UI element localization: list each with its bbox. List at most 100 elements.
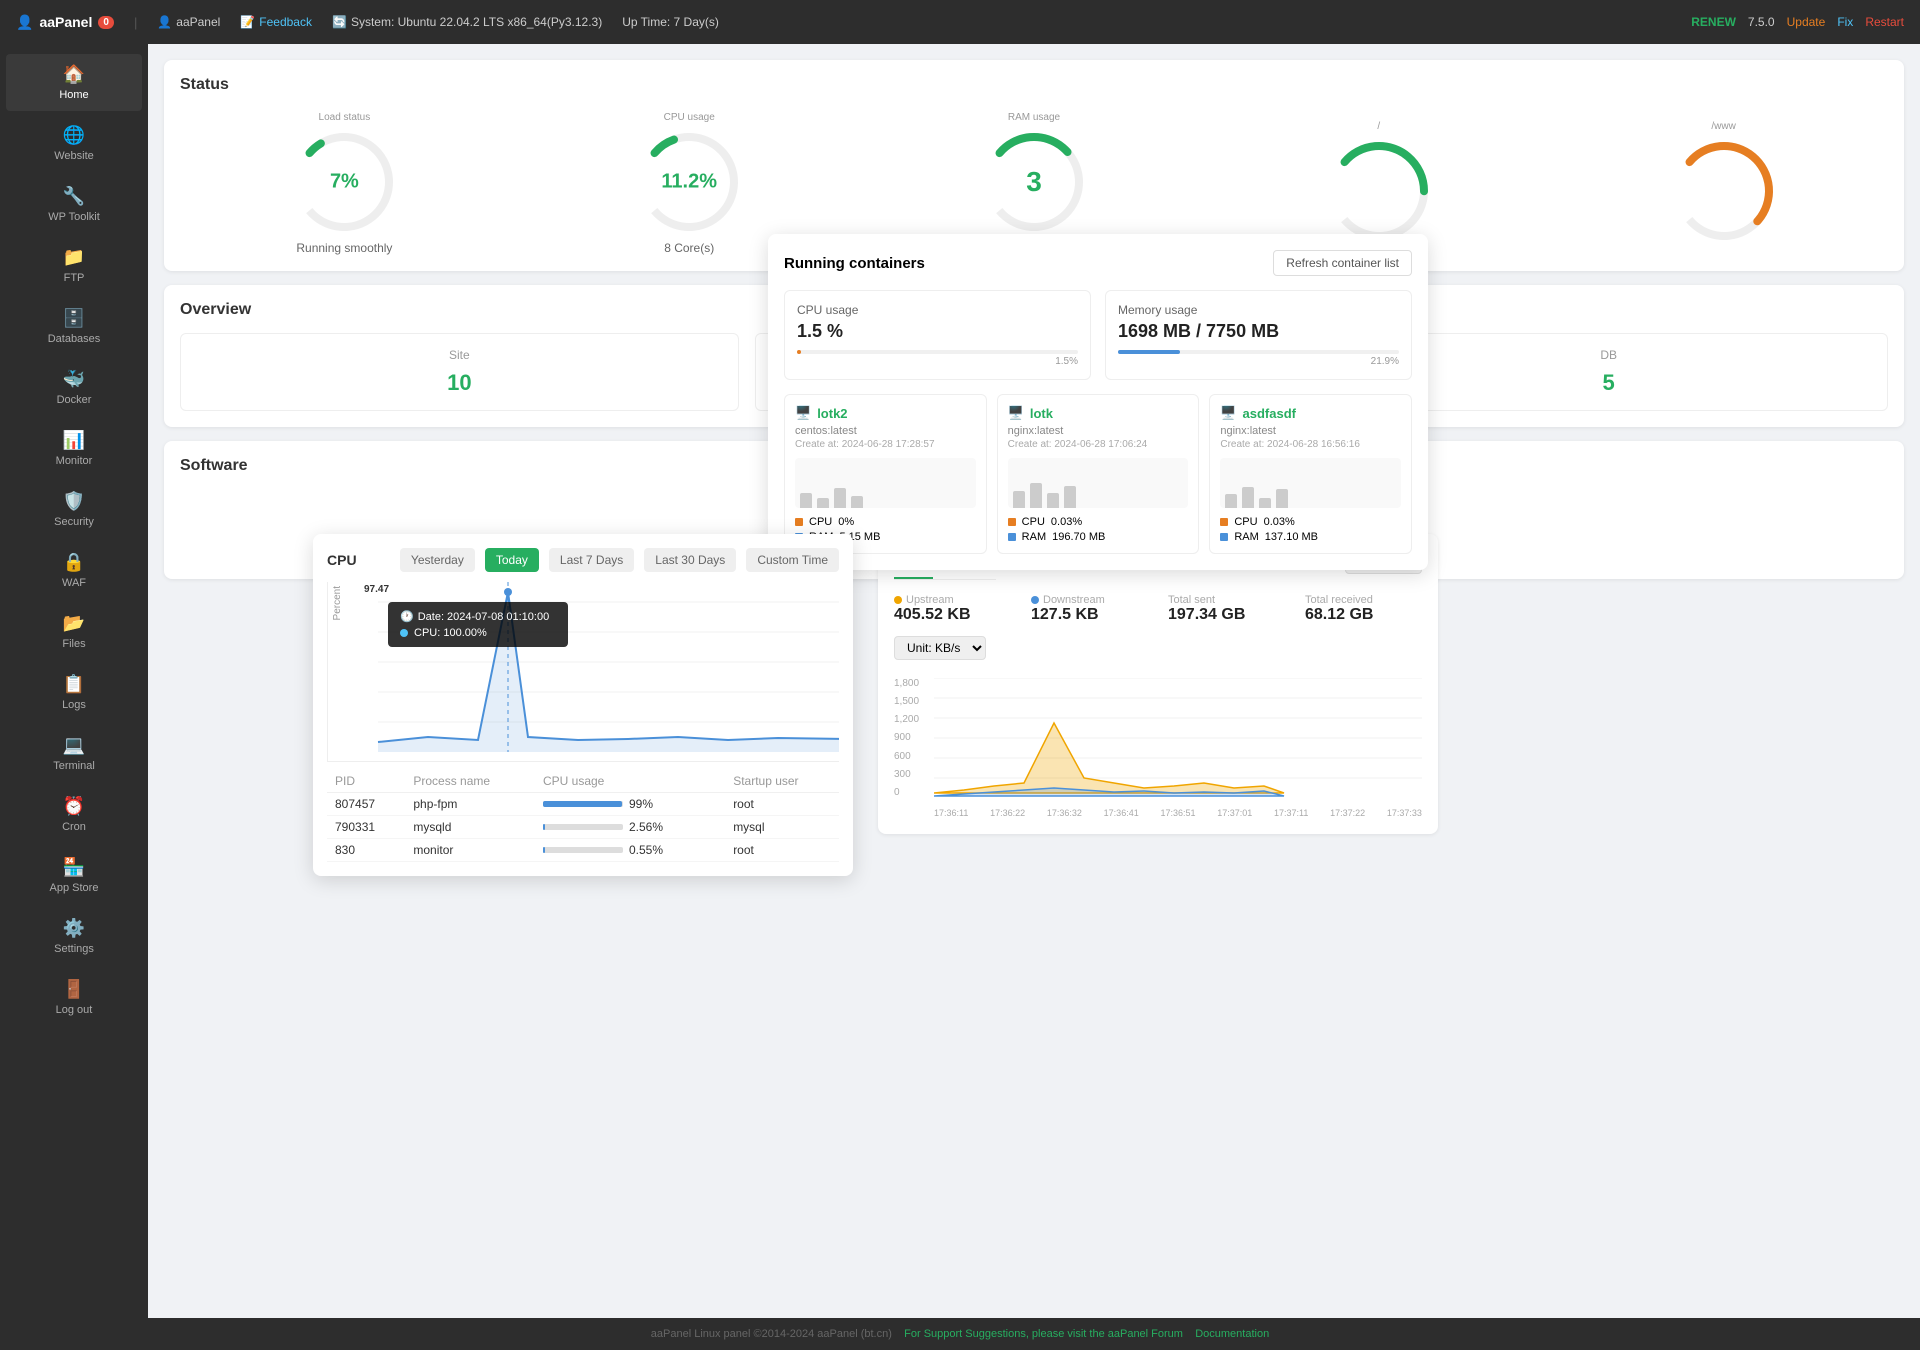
sidebar-item-logs[interactable]: 📋 Logs xyxy=(6,664,142,721)
traffic-chart: 1,800 1,500 1,200 900 600 300 0 xyxy=(894,678,1422,818)
sidebar-item-databases[interactable]: 🗄️ Databases xyxy=(6,298,142,355)
home-icon: 🏠 xyxy=(63,64,85,85)
upstream-value: 405.52 KB xyxy=(894,606,1011,624)
col-startup-user: Startup user xyxy=(725,770,839,793)
cpu-tab-yesterday[interactable]: Yesterday xyxy=(400,548,475,572)
cpu-tab-30days[interactable]: Last 30 Days xyxy=(644,548,736,572)
table-row: 830 monitor 0.55% root xyxy=(327,839,839,862)
refresh-container-list-button[interactable]: Refresh container list xyxy=(1273,250,1412,276)
traffic-y-labels: 1,800 1,500 1,200 900 600 300 0 xyxy=(894,678,929,798)
footer: aaPanel Linux panel ©2014-2024 aaPanel (… xyxy=(0,1318,1920,1350)
traffic-chart-svg xyxy=(934,678,1422,798)
sidebar-item-ftp[interactable]: 📁 FTP xyxy=(6,237,142,294)
sidebar-item-logout[interactable]: 🚪 Log out xyxy=(6,969,142,1026)
main-content: Status Load status 7% Running xyxy=(148,44,1920,1318)
disk-www-item: /www xyxy=(1559,117,1888,246)
traffic-chart-svg-wrapper xyxy=(934,678,1422,798)
container-lotk-stats: CPU 0.03% RAM 196.70 MB xyxy=(1008,516,1189,543)
sidebar-item-docker[interactable]: 🐳 Docker xyxy=(6,359,142,416)
sidebar-item-home[interactable]: 🏠 Home xyxy=(6,54,142,111)
overview-site-label: Site xyxy=(195,348,724,362)
load-status-gauge: 7% xyxy=(289,127,399,237)
uptime: Up Time: 7 Day(s) xyxy=(622,15,719,29)
aapanel-link[interactable]: 👤 aaPanel xyxy=(157,15,220,29)
top-bar-actions: RENEW 7.5.0 Update Fix Restart xyxy=(1691,15,1904,29)
disk-www-gauge xyxy=(1669,136,1779,246)
overview-site: Site 10 xyxy=(180,333,739,411)
sidebar-item-waf[interactable]: 🔒 WAF xyxy=(6,542,142,599)
disk-www-svg xyxy=(1646,114,1801,269)
docker-icon: 🐳 xyxy=(63,369,85,390)
sidebar-item-security[interactable]: 🛡️ Security xyxy=(6,481,142,538)
container-lotk2-name: lotk2 xyxy=(817,406,847,421)
disk-root-gauge xyxy=(1324,136,1434,246)
ram-usage-value: 3 xyxy=(1026,166,1042,198)
total-received-metric: Total received 68.12 GB xyxy=(1305,594,1422,624)
downstream-value: 127.5 KB xyxy=(1031,606,1148,624)
table-row: 790331 mysqld 2.56% mysql xyxy=(327,816,839,839)
rc-cpu-fill xyxy=(797,350,801,354)
feedback-link[interactable]: 📝 Feedback xyxy=(240,15,312,29)
brand-label: aaPanel xyxy=(39,14,92,30)
cpu-tab-today[interactable]: Today xyxy=(485,548,539,572)
sidebar-item-website[interactable]: 🌐 Website xyxy=(6,115,142,172)
overview-site-value: 10 xyxy=(195,370,724,396)
rc-mem-progress xyxy=(1118,350,1399,354)
total-sent-value: 197.34 GB xyxy=(1168,606,1285,624)
col-pid: PID xyxy=(327,770,405,793)
disk-root-item: / xyxy=(1214,117,1543,246)
fix-button[interactable]: Fix xyxy=(1837,15,1853,29)
sidebar-item-cron[interactable]: ⏰ Cron xyxy=(6,786,142,843)
rc-cpu-progress xyxy=(797,350,1078,354)
cpu-usage-item: CPU usage 11.2% 8 Core(s) xyxy=(525,108,854,255)
footer-support-link[interactable]: For Support Suggestions, please visit th… xyxy=(904,1328,1186,1340)
container-lotk2-image: centos:latest xyxy=(795,425,976,437)
sidebar-item-settings[interactable]: ⚙️ Settings xyxy=(6,908,142,965)
cpu-chart-title: CPU xyxy=(327,552,357,568)
website-icon: 🌐 xyxy=(63,125,85,146)
app-container: 👤 aaPanel 0 | 👤 aaPanel 📝 Feedback 🔄 Sys… xyxy=(0,0,1920,1350)
ram-usage-gauge: 3 xyxy=(979,127,1089,237)
col-process-name: Process name xyxy=(405,770,535,793)
load-status-value: 7% xyxy=(330,171,359,194)
total-received-value: 68.12 GB xyxy=(1305,606,1422,624)
sidebar-item-monitor[interactable]: 📊 Monitor xyxy=(6,420,142,477)
rc-cpu-label: CPU usage xyxy=(797,303,1078,317)
renew-button[interactable]: RENEW xyxy=(1691,15,1736,29)
cpu-tab-custom[interactable]: Custom Time xyxy=(746,548,839,572)
rc-mem-metric: Memory usage 1698 MB / 7750 MB 21.9% xyxy=(1105,290,1412,380)
traffic-x-labels: 17:36:11 17:36:22 17:36:32 17:36:41 17:3… xyxy=(934,808,1422,818)
ftp-icon: 📁 xyxy=(63,247,85,268)
cpu-tooltip: 🕐 Date: 2024-07-08 01:10:00 CPU: 100.00% xyxy=(388,602,568,647)
cpu-process-table: PID Process name CPU usage Startup user … xyxy=(327,770,839,862)
traffic-metrics: Upstream 405.52 KB Downstream 127.5 KB xyxy=(894,594,1422,624)
total-sent-metric: Total sent 197.34 GB xyxy=(1168,594,1285,624)
col-cpu-usage: CPU usage xyxy=(535,770,725,793)
rc-cpu-pct: 1.5% xyxy=(797,356,1078,367)
sidebar-item-app-store[interactable]: 🏪 App Store xyxy=(6,847,142,904)
container-lotk-image: nginx:latest xyxy=(1008,425,1189,437)
container-asdfasdf-chart xyxy=(1220,458,1401,508)
container-lotk-chart xyxy=(1008,458,1189,508)
table-row: 807457 php-fpm 99% root xyxy=(327,793,839,816)
rc-title: Running containers xyxy=(784,255,925,272)
cpu-tab-7days[interactable]: Last 7 Days xyxy=(549,548,634,572)
sidebar-item-terminal[interactable]: 💻 Terminal xyxy=(6,725,142,782)
container-asdfasdf-date: Create at: 2024-06-28 16:56:16 xyxy=(1220,439,1401,450)
security-icon: 🛡️ xyxy=(63,491,85,512)
container-asdfasdf: 🖥️ asdfasdf nginx:latest Create at: 2024… xyxy=(1209,394,1412,554)
rc-containers-list: 🖥️ lotk2 centos:latest Create at: 2024-0… xyxy=(784,394,1412,554)
terminal-icon: 💻 xyxy=(63,735,85,756)
settings-icon: ⚙️ xyxy=(63,918,85,939)
upstream-metric: Upstream 405.52 KB xyxy=(894,594,1011,624)
update-button[interactable]: Update xyxy=(1787,15,1826,29)
sidebar-item-wp-toolkit[interactable]: 🔧 WP Toolkit xyxy=(6,176,142,233)
sidebar-item-files[interactable]: 📂 Files xyxy=(6,603,142,660)
rc-mem-fill xyxy=(1118,350,1180,354)
downstream-metric: Downstream 127.5 KB xyxy=(1031,594,1148,624)
rc-mem-pct: 21.9% xyxy=(1118,356,1399,367)
footer-docs-link[interactable]: Documentation xyxy=(1195,1328,1269,1340)
restart-button[interactable]: Restart xyxy=(1865,15,1904,29)
unit-select[interactable]: Unit: KB/s xyxy=(894,636,986,660)
top-bar: 👤 aaPanel 0 | 👤 aaPanel 📝 Feedback 🔄 Sys… xyxy=(0,0,1920,44)
